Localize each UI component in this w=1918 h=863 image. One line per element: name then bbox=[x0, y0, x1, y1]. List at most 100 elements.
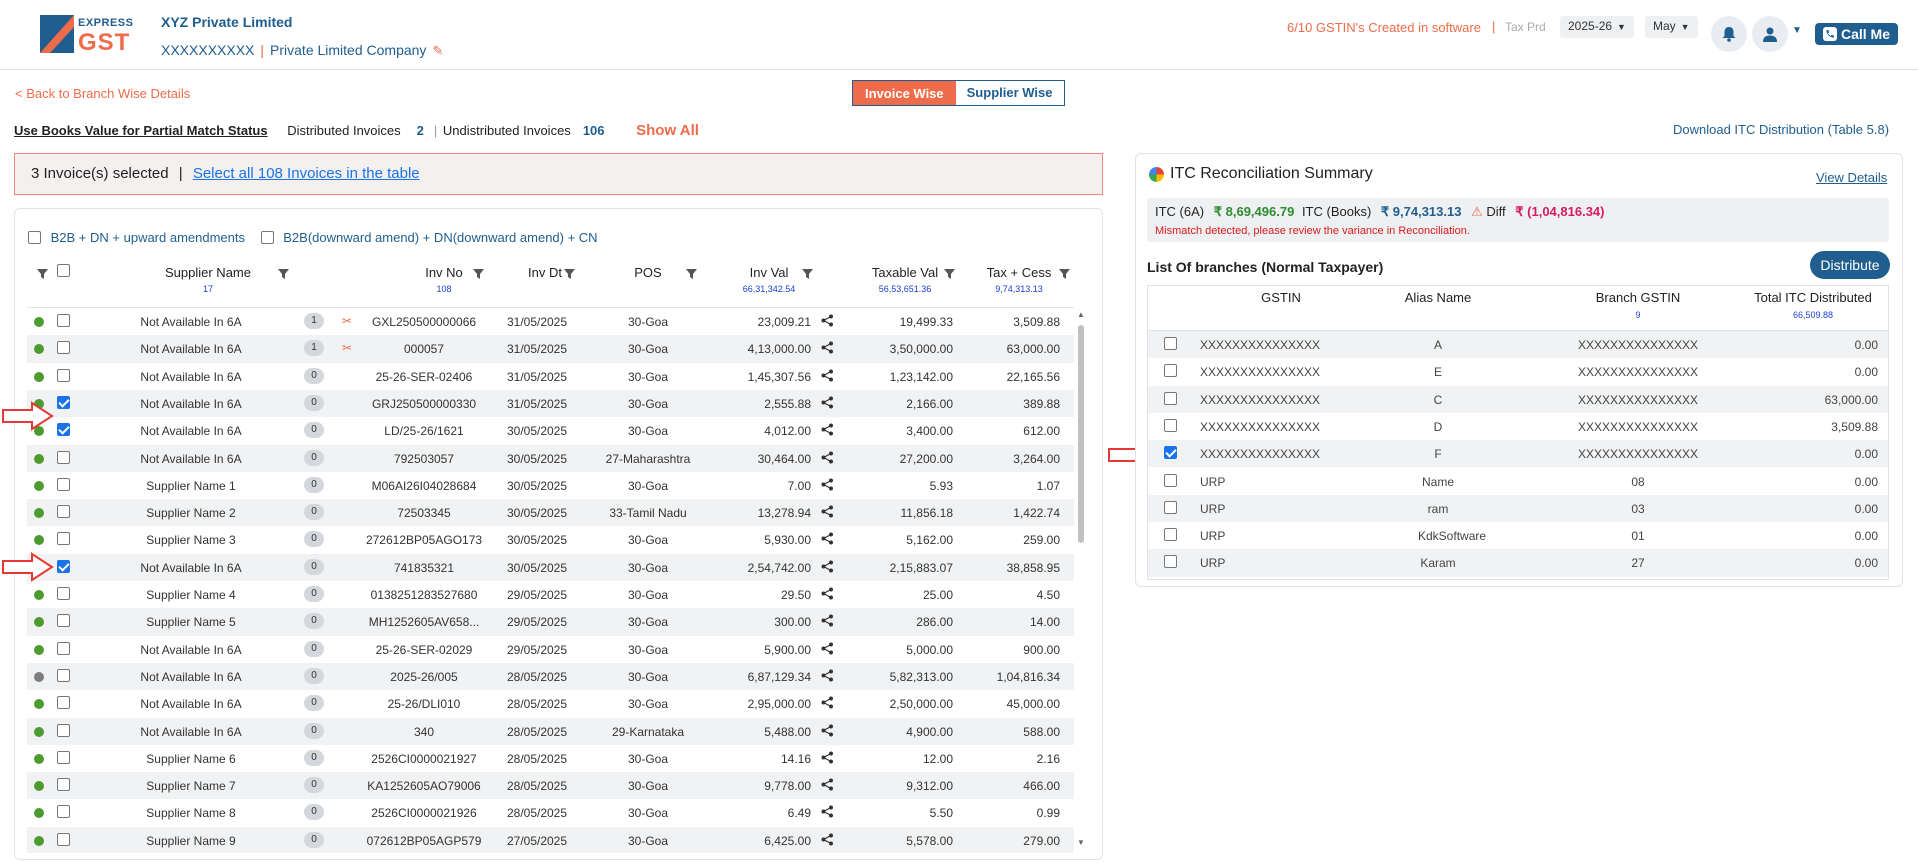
user-menu-chevron-icon[interactable]: ▼ bbox=[1792, 25, 1802, 36]
checkbox-box[interactable] bbox=[57, 477, 70, 491]
branch-row-checkbox[interactable] bbox=[1164, 446, 1177, 460]
branch-row[interactable]: XXXXXXXXXXXXXXX C XXXXXXXXXXXXXXX 63,000.00 bbox=[1148, 385, 1888, 413]
tab-invoice-wise[interactable]: Invoice Wise bbox=[853, 81, 956, 105]
select-all-checkbox[interactable] bbox=[57, 264, 70, 277]
share-icon[interactable] bbox=[821, 451, 834, 467]
row-checkbox[interactable] bbox=[57, 587, 70, 601]
row-checkbox[interactable] bbox=[57, 614, 70, 628]
count-badge[interactable]: 0 bbox=[304, 504, 324, 521]
row-checkbox[interactable] bbox=[57, 805, 70, 819]
share-icon[interactable] bbox=[821, 369, 834, 385]
share-icon[interactable] bbox=[821, 505, 834, 521]
row-checkbox[interactable] bbox=[57, 423, 70, 437]
checkbox-box[interactable] bbox=[1164, 391, 1177, 405]
table-row[interactable]: Not Available In 6A 0 25-26-SER-02406 31/05… bbox=[27, 363, 1074, 390]
checkbox-box[interactable] bbox=[57, 450, 70, 464]
count-badge[interactable]: 0 bbox=[304, 749, 324, 766]
branch-row-checkbox[interactable] bbox=[1164, 473, 1177, 488]
filter-b2b-label[interactable]: B2B + DN + upward amendments bbox=[51, 230, 245, 245]
user-profile-button[interactable] bbox=[1752, 16, 1788, 52]
table-row[interactable]: Supplier Name 7 0 KA1252605AO79006 28/05/20… bbox=[27, 772, 1074, 800]
inv-dt-filter-funnel-icon[interactable] bbox=[564, 269, 575, 279]
filter-downward-checkbox[interactable] bbox=[260, 231, 274, 244]
taxable-filter-funnel-icon[interactable] bbox=[944, 269, 955, 279]
checkbox-box[interactable] bbox=[1164, 418, 1177, 432]
checkbox-box[interactable] bbox=[57, 750, 70, 764]
checkbox-box[interactable] bbox=[57, 587, 70, 600]
row-checkbox[interactable] bbox=[57, 723, 70, 738]
call-me-button[interactable]: Call Me bbox=[1815, 23, 1898, 45]
table-row[interactable]: Not Available In 6A 0 GRJ250500000330 31/05… bbox=[27, 389, 1074, 418]
branch-row[interactable]: XXXXXXXXXXXXXXX E XXXXXXXXXXXXXXX 0.00 bbox=[1148, 358, 1888, 385]
checkbox-box[interactable] bbox=[57, 614, 70, 628]
undistributed-count[interactable]: 106 bbox=[583, 123, 605, 138]
distribute-button[interactable]: Distribute bbox=[1810, 251, 1890, 279]
branch-row[interactable]: URP KdkSoftware 01 0.00 bbox=[1148, 522, 1888, 549]
inv-val-filter-funnel-icon[interactable] bbox=[802, 269, 813, 279]
count-badge[interactable]: 0 bbox=[304, 394, 324, 411]
checkbox-box[interactable] bbox=[57, 368, 70, 382]
row-checkbox[interactable] bbox=[57, 477, 70, 492]
row-checkbox[interactable] bbox=[57, 395, 70, 410]
scroll-up-arrow-icon[interactable]: ▲ bbox=[1077, 310, 1085, 319]
share-icon[interactable] bbox=[821, 805, 834, 821]
branch-row-checkbox[interactable] bbox=[1164, 391, 1177, 406]
share-icon[interactable] bbox=[821, 587, 834, 603]
filter-b2b-checkbox[interactable] bbox=[28, 231, 41, 244]
table-row[interactable]: Supplier Name 4 0 0138251283527680 29/05/20… bbox=[27, 581, 1074, 608]
select-all-invoices-link[interactable]: Select all 108 Invoices in the table bbox=[193, 165, 420, 182]
checkbox-box[interactable] bbox=[57, 314, 70, 327]
count-badge[interactable]: 0 bbox=[304, 531, 324, 548]
checkbox-box[interactable] bbox=[1164, 555, 1177, 569]
branch-row[interactable]: XXXXXXXXXXXXXXX D XXXXXXXXXXXXXXX 3,509.88 bbox=[1148, 413, 1888, 440]
checkbox-box[interactable] bbox=[57, 832, 70, 846]
tab-supplier-wise[interactable]: Supplier Wise bbox=[955, 81, 1064, 105]
invoice-table-scrollbar[interactable]: ▲ ▼ bbox=[1076, 310, 1086, 850]
branch-row[interactable]: XXXXXXXXXXXXXXX F XXXXXXXXXXXXXXX 0.00 bbox=[1148, 440, 1888, 468]
back-to-branch-link[interactable]: < Back to Branch Wise Details bbox=[15, 86, 190, 101]
row-checkbox[interactable] bbox=[57, 314, 70, 328]
table-row[interactable]: Supplier Name 8 0 2526CI0000021926 28/05/20… bbox=[27, 799, 1074, 826]
checkbox-box[interactable] bbox=[57, 395, 70, 409]
count-badge[interactable]: 0 bbox=[304, 558, 324, 575]
checkbox-box[interactable] bbox=[57, 341, 70, 355]
count-badge[interactable]: 0 bbox=[304, 586, 324, 602]
row-checkbox[interactable] bbox=[57, 368, 70, 383]
count-badge[interactable]: 0 bbox=[304, 831, 324, 848]
supplier-filter-funnel-icon[interactable] bbox=[278, 269, 289, 279]
distributed-count[interactable]: 2 bbox=[417, 123, 424, 138]
share-icon[interactable] bbox=[821, 833, 834, 849]
checkbox-box[interactable] bbox=[1164, 473, 1177, 487]
scrollbar-thumb[interactable] bbox=[1078, 325, 1084, 543]
row-checkbox[interactable] bbox=[57, 696, 70, 710]
share-icon[interactable] bbox=[821, 341, 834, 357]
share-icon[interactable] bbox=[821, 778, 834, 794]
share-icon[interactable] bbox=[821, 423, 834, 439]
split-scissor-icon[interactable]: ✂ bbox=[342, 341, 352, 355]
count-badge[interactable]: 0 bbox=[304, 476, 324, 493]
checkbox-box[interactable] bbox=[57, 778, 70, 792]
checkbox-box[interactable] bbox=[1164, 446, 1177, 460]
checkbox-box[interactable] bbox=[1164, 364, 1177, 378]
table-row[interactable]: Not Available In 6A 1 ✂ 000057 31/05/2025 30-… bbox=[27, 335, 1074, 363]
inv-no-filter-funnel-icon[interactable] bbox=[473, 269, 484, 279]
row-checkbox[interactable] bbox=[57, 641, 70, 656]
row-checkbox[interactable] bbox=[57, 668, 70, 683]
branch-row[interactable]: URP Karam 27 0.00 bbox=[1148, 549, 1888, 577]
filter-funnel-icon[interactable] bbox=[37, 269, 48, 279]
row-checkbox[interactable] bbox=[57, 778, 70, 792]
edit-pencil-icon[interactable]: ✎ bbox=[432, 43, 443, 58]
table-row[interactable]: Supplier Name 2 0 72503345 30/05/2025 33-Tam… bbox=[27, 499, 1074, 527]
checkbox-box[interactable] bbox=[57, 641, 70, 655]
count-badge[interactable]: 0 bbox=[304, 367, 324, 384]
share-icon[interactable] bbox=[821, 751, 834, 767]
count-badge[interactable]: 0 bbox=[304, 449, 324, 466]
checkbox-box[interactable] bbox=[57, 505, 70, 519]
branch-row-checkbox[interactable] bbox=[1164, 528, 1177, 542]
share-icon[interactable] bbox=[821, 478, 834, 494]
row-checkbox[interactable] bbox=[57, 505, 70, 519]
scroll-down-arrow-icon[interactable]: ▼ bbox=[1077, 838, 1085, 847]
table-row[interactable]: Supplier Name 9 0 072612BP05AGP579 27/05/20… bbox=[27, 826, 1074, 853]
table-row[interactable]: Not Available In 6A 0 25-26/DLI010 28/05/20… bbox=[27, 690, 1074, 717]
table-row[interactable]: Not Available In 6A 0 741835321 30/05/2025 3… bbox=[27, 553, 1074, 581]
